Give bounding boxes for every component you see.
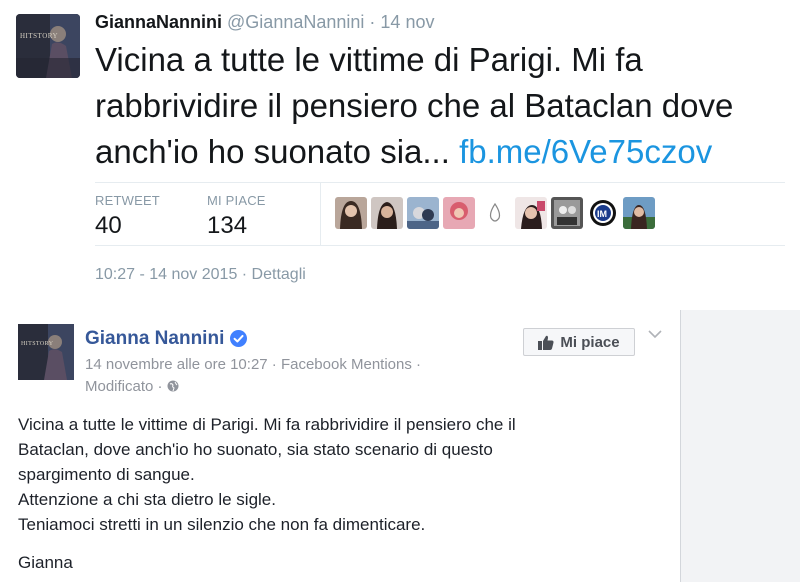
- facebook-avatar-caption: HITSTORY: [21, 341, 54, 347]
- tweet-text: Vicina a tutte le vittime di Parigi. Mi …: [95, 37, 785, 175]
- likes-label: MI PIACE: [207, 193, 266, 208]
- likes-count: 134: [207, 212, 248, 239]
- liker-avatar[interactable]: [551, 197, 583, 229]
- post-line: Teniamoci stretti in un silenzio che non…: [18, 515, 426, 534]
- liker-avatar[interactable]: [479, 197, 511, 229]
- liker-avatar[interactable]: [443, 197, 475, 229]
- post-line: Vicina a tutte le vittime di Parigi. Mi …: [18, 415, 516, 434]
- likes-stat[interactable]: MI PIACE 134: [207, 193, 266, 240]
- liker-avatar[interactable]: [515, 197, 547, 229]
- tweet-date[interactable]: 14 nov: [380, 12, 434, 32]
- facebook-edited: Modificato ·: [85, 378, 179, 395]
- tweet-handle[interactable]: @GiannaNannini: [227, 12, 364, 32]
- facebook-post: HITSTORY Gianna Nannini 14 novembre alle…: [0, 310, 681, 582]
- liker-avatar[interactable]: [335, 197, 367, 229]
- facebook-edited-label[interactable]: Modificato ·: [85, 378, 163, 395]
- post-line: spargimento di sangue.: [18, 465, 195, 484]
- tweet-timestamp[interactable]: 10:27 - 14 nov 2015 · Dettagli: [95, 266, 306, 284]
- facebook-side-panel: [681, 310, 800, 582]
- like-button-label: Mi piace: [560, 333, 620, 351]
- thumbs-up-icon: [538, 335, 554, 350]
- facebook-post-signature: Gianna: [18, 553, 73, 572]
- liker-avatar[interactable]: [407, 197, 439, 229]
- facebook-page-name[interactable]: Gianna Nannini: [85, 328, 248, 350]
- liker-avatar[interactable]: IM: [587, 197, 619, 229]
- chevron-down-icon[interactable]: [648, 330, 662, 340]
- retweet-count: 40: [95, 212, 122, 239]
- stats-divider: [320, 183, 321, 245]
- like-page-button[interactable]: Mi piace: [523, 328, 635, 356]
- likers-avatars: IM: [335, 197, 655, 231]
- post-line: Bataclan, dove anch'io ho suonato, sia s…: [18, 440, 493, 459]
- liker-avatar[interactable]: [371, 197, 403, 229]
- tweet-avatar-caption: HITSTORY: [20, 32, 58, 40]
- svg-text:IM: IM: [597, 209, 607, 219]
- liker-avatar[interactable]: [623, 197, 655, 229]
- post-line: Attenzione a chi sta dietro le sigle.: [18, 490, 276, 509]
- tweet-header: GiannaNannini @GiannaNannini · 14 nov: [95, 12, 434, 33]
- tweet-link[interactable]: fb.me/6Ve75czov: [459, 133, 712, 170]
- tweet-avatar[interactable]: HITSTORY: [16, 14, 80, 78]
- tweet-separator: ·: [369, 12, 376, 32]
- tweet-display-name[interactable]: GiannaNannini: [95, 12, 222, 32]
- tweet-card: HITSTORY GiannaNannini @GiannaNannini · …: [0, 0, 800, 300]
- verified-badge-icon: [230, 330, 248, 347]
- globe-icon: [167, 380, 179, 392]
- facebook-post-meta[interactable]: 14 novembre alle ore 10:27 · Facebook Me…: [85, 356, 421, 373]
- retweet-label: RETWEET: [95, 193, 160, 208]
- facebook-post-text: Vicina a tutte le vittime di Parigi. Mi …: [18, 412, 668, 537]
- facebook-page-name-text[interactable]: Gianna Nannini: [85, 328, 224, 349]
- retweet-stat[interactable]: RETWEET 40: [95, 193, 160, 240]
- facebook-avatar[interactable]: HITSTORY: [18, 324, 74, 380]
- tweet-stats: RETWEET 40 MI PIACE 134 IM: [95, 182, 785, 246]
